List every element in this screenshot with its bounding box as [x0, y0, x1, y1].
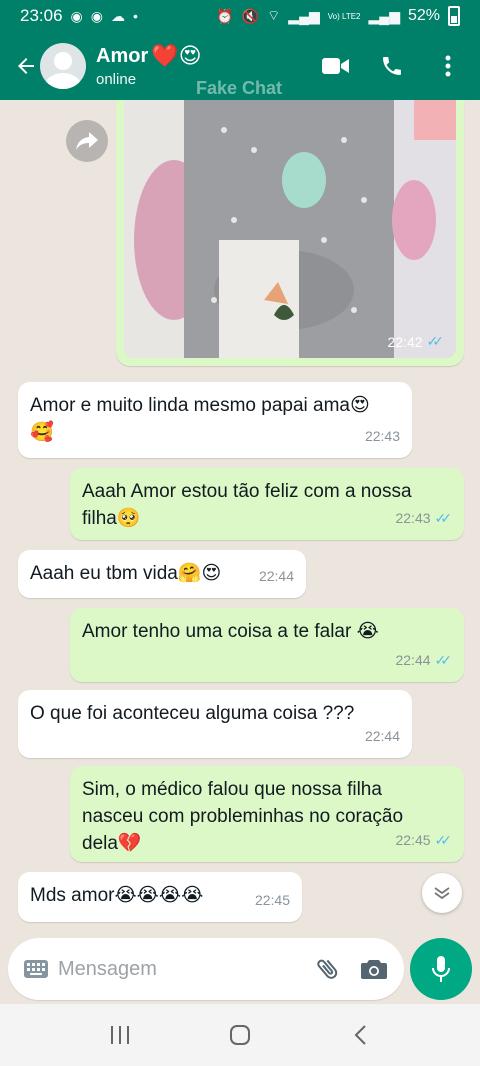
message-meta: 22:42 ✓✓: [387, 333, 444, 350]
avatar[interactable]: [40, 43, 86, 89]
message-meta: 22:45 ✓✓: [395, 827, 452, 854]
message-meta: 22:44: [259, 563, 294, 590]
message-input[interactable]: [58, 957, 298, 981]
nav-back-icon[interactable]: [340, 1015, 380, 1055]
keyboard-icon[interactable]: [22, 958, 50, 980]
chat-area[interactable]: 22:42 ✓✓ Amor e muito linda mesmo papai …: [0, 100, 480, 936]
forward-icon[interactable]: [66, 120, 108, 162]
phone-icon[interactable]: [376, 50, 408, 82]
fake-chat-watermark: Fake Chat: [196, 78, 283, 98]
message-meta: 22:44 ✓✓: [395, 647, 452, 674]
more-vert-icon[interactable]: [432, 50, 464, 82]
battery-percent: 52%: [407, 7, 440, 24]
contact-name-text: Amor: [96, 45, 149, 67]
message-time: 22:45: [254, 892, 290, 908]
chat-photo[interactable]: 22:42 ✓✓: [124, 100, 456, 358]
incoming-message[interactable]: O que foi aconteceu alguma coisa ??? 22:…: [18, 690, 412, 758]
alarm-icon: ⏰: [216, 7, 234, 24]
message-time: 22:44: [364, 728, 400, 744]
message-text: Sim, o médico falou que nossa filha: [82, 779, 382, 800]
app-bar: Amor ❤️😍 online Fake Chat: [0, 32, 480, 100]
mic-icon[interactable]: [410, 938, 472, 1000]
message-text: Amor e muito linda mesmo papai ama😍: [30, 395, 370, 416]
composer: [0, 936, 480, 1004]
outgoing-message[interactable]: Sim, o médico falou que nossa filha nasc…: [70, 766, 464, 862]
message-time: 22:45: [395, 832, 431, 848]
incoming-message[interactable]: Aaah eu tbm vida🤗😍 22:44: [18, 550, 306, 598]
status-bar: 23:06 ◉ ◉ ☁ • ⏰ 🔇 ⌔ ▂▄▆ Vo) LTE2 ▂▄▆ 52%: [0, 0, 480, 32]
recents-icon[interactable]: [100, 1015, 140, 1055]
message-text: Aaah eu tbm vida🤗😍: [30, 563, 222, 584]
message-time: 22:43: [364, 428, 400, 444]
message-time: 22:43: [395, 510, 431, 526]
message-text: Mds amor😭😭😭😭: [30, 885, 204, 906]
incoming-message[interactable]: Mds amor😭😭😭😭 22:45: [18, 872, 302, 922]
system-nav-bar: [0, 1004, 480, 1066]
contact-info[interactable]: Amor ❤️😍 online: [96, 44, 202, 88]
message-text: Aaah Amor estou tão feliz com a nossa: [82, 481, 412, 502]
incoming-message[interactable]: Amor e muito linda mesmo papai ama😍 🥰 22…: [18, 382, 412, 458]
image-message[interactable]: 22:42 ✓✓: [116, 100, 464, 366]
wifi-icon: ⌔: [267, 7, 281, 23]
message-text-line2: 🥰: [30, 422, 54, 443]
attach-icon[interactable]: [312, 953, 344, 985]
outgoing-message[interactable]: Amor tenho uma coisa a te falar 😭 22:44 …: [70, 608, 464, 682]
video-call-icon[interactable]: [320, 50, 352, 82]
read-receipt-icon: ✓✓: [434, 510, 453, 526]
read-receipt-icon: ✓✓: [434, 652, 453, 668]
scroll-down-icon[interactable]: [422, 873, 462, 913]
message-meta: 22:45: [255, 887, 290, 914]
camera-icon[interactable]: [358, 953, 390, 985]
contact-name: Amor ❤️😍: [96, 44, 202, 69]
signal-icon-2: ▂▄▆: [368, 7, 400, 24]
message-time: 22:42: [387, 333, 423, 350]
whatsapp-notification-icon: ◉: [70, 7, 83, 24]
message-text: O que foi aconteceu alguma coisa ???: [30, 703, 355, 724]
status-time: 23:06: [20, 6, 63, 25]
message-text: Amor tenho uma coisa a te falar 😭: [82, 621, 379, 642]
message-time: 22:44: [395, 652, 431, 668]
contact-status: online: [96, 71, 137, 88]
chat-header: 23:06 ◉ ◉ ☁ • ⏰ 🔇 ⌔ ▂▄▆ Vo) LTE2 ▂▄▆ 52%…: [0, 0, 480, 100]
message-input-container[interactable]: [8, 938, 404, 1000]
contact-name-emojis: ❤️😍: [151, 44, 202, 69]
message-text-line2: nasceu com probleminhas no coração: [82, 806, 404, 827]
message-meta: 22:43: [365, 423, 400, 450]
whatsapp-notification-icon-2: ◉: [90, 7, 103, 24]
notification-dot: •: [132, 8, 138, 24]
message-meta: 22:43 ✓✓: [395, 505, 452, 532]
outgoing-message[interactable]: Aaah Amor estou tão feliz com a nossa fi…: [70, 468, 464, 540]
battery-icon: [448, 6, 460, 26]
read-receipt-icon: ✓✓: [426, 333, 445, 349]
signal-icon: ▂▄▆: [288, 7, 320, 24]
home-icon[interactable]: [220, 1015, 260, 1055]
network-label: Vo) LTE2: [327, 11, 361, 21]
mute-icon: 🔇: [241, 7, 260, 24]
message-time: 22:44: [258, 568, 294, 584]
read-receipt-icon: ✓✓: [434, 832, 453, 848]
cloud-icon: ☁: [110, 7, 125, 24]
message-meta: 22:44: [365, 723, 400, 750]
